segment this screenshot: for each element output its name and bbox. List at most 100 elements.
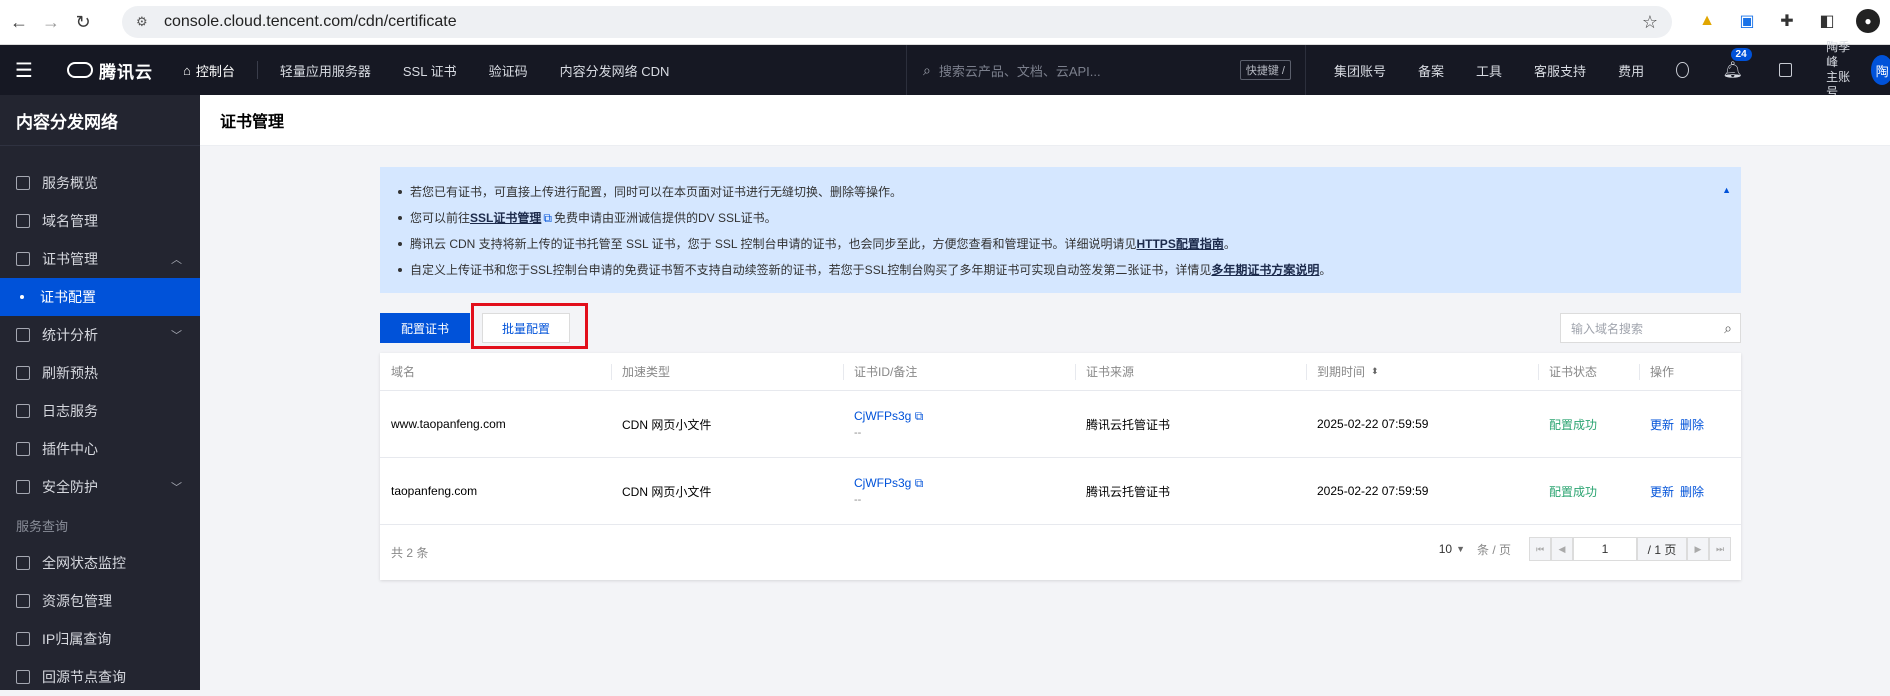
page-size-select[interactable]: 10 ▼ 条 / 页	[1439, 541, 1511, 558]
nav-group-account[interactable]: 集团账号	[1334, 61, 1386, 80]
site-info-icon[interactable]: ⚙	[136, 14, 152, 30]
extension-icon[interactable]: ▣	[1736, 10, 1758, 32]
nav-item-cdn[interactable]: 内容分发网络 CDN	[560, 61, 670, 80]
ip-icon	[16, 632, 30, 646]
nav-support[interactable]: 客服支持	[1534, 61, 1586, 80]
info-notice: 若您已有证书，可直接上传进行配置，同时可以在本页面对证书进行无缝切换、删除等操作…	[380, 167, 1741, 293]
sidebar-item-overview[interactable]: 服务概览	[0, 164, 200, 202]
sidebar-item-label: 域名管理	[42, 213, 98, 229]
next-page-icon[interactable]: ▶	[1687, 537, 1709, 561]
first-page-icon[interactable]: ⏮	[1529, 537, 1551, 561]
sidepanel-icon[interactable]: ◧	[1816, 10, 1838, 32]
avatar[interactable]: 陶	[1871, 55, 1890, 85]
cell-source: 腾讯云托管证书	[1086, 484, 1171, 499]
last-page-icon[interactable]: ⏭	[1709, 537, 1731, 561]
back-icon[interactable]: ←	[6, 9, 32, 35]
sidebar-item-plugins[interactable]: 插件中心	[0, 430, 200, 468]
nav-item-lighthouse[interactable]: 轻量应用服务器	[280, 61, 371, 80]
assistant-icon[interactable]	[1676, 62, 1689, 78]
console-label: 控制台	[195, 63, 235, 79]
forward-icon[interactable]: →	[38, 9, 64, 35]
menu-icon[interactable]: ☰	[15, 58, 39, 83]
sidebar-item-analytics[interactable]: 统计分析 ﹀	[0, 316, 200, 354]
sidebar-item-certificates[interactable]: 证书管理 ︿	[0, 240, 200, 278]
monitor-icon	[16, 556, 30, 570]
external-link-icon[interactable]: ⧉	[543, 205, 552, 231]
multi-year-cert-link[interactable]: 多年期证书方案说明	[1211, 257, 1319, 283]
notice-text: 。	[1319, 263, 1332, 277]
table-row: www.taopanfeng.com CDN 网页小文件 CjWFPs3g ⧉ …	[380, 391, 1741, 458]
sidebar-item-label: 刷新预热	[42, 365, 98, 381]
inbox-icon[interactable]	[1778, 63, 1793, 77]
sidebar-item-label: 统计分析	[42, 327, 98, 343]
extension-icon[interactable]: ▲	[1696, 10, 1718, 32]
account-info[interactable]: 陶季峰 主账号	[1826, 40, 1853, 100]
sidebar-item-domains[interactable]: 域名管理	[0, 202, 200, 240]
chevron-down-icon: ﹀	[171, 482, 182, 494]
profile-icon[interactable]: ●	[1856, 9, 1880, 33]
sidebar-item-logs[interactable]: 日志服务	[0, 392, 200, 430]
cell-expiry: 2025-02-22 07:59:59	[1317, 484, 1429, 498]
header-source: 证书来源	[1075, 353, 1306, 390]
header-expiry[interactable]: 到期时间 ⬍	[1306, 353, 1538, 390]
notice-text: 免费申请由亚洲诚信提供的DV SSL证书。	[553, 211, 777, 225]
sidebar-item-label: IP归属查询	[42, 631, 112, 647]
nav-tools[interactable]: 工具	[1476, 61, 1502, 80]
update-button[interactable]: 更新	[1650, 483, 1674, 500]
highlight-annotation	[471, 303, 588, 349]
notification-badge: 24	[1730, 48, 1752, 61]
nav-item-captcha[interactable]: 验证码	[489, 61, 528, 80]
bell-icon[interactable]: 🔔︎ 24	[1723, 48, 1752, 80]
sort-icon[interactable]: ⬍	[1371, 366, 1379, 377]
url-text[interactable]: console.cloud.tencent.com/cdn/certificat…	[164, 13, 457, 31]
bullet-icon	[398, 216, 402, 220]
sidebar-item-label: 插件中心	[42, 441, 98, 457]
nav-filing[interactable]: 备案	[1418, 61, 1444, 80]
delete-button[interactable]: 删除	[1680, 483, 1704, 500]
reload-icon[interactable]: ↻	[70, 9, 96, 35]
collapse-icon[interactable]: ▲	[1722, 185, 1731, 195]
prev-page-icon[interactable]: ◀	[1551, 537, 1573, 561]
sidebar-item-security[interactable]: 安全防护 ﹀	[0, 468, 200, 506]
puzzle-icon[interactable]: ✚	[1776, 10, 1798, 32]
caret-down-icon: ▼	[1456, 544, 1465, 554]
notice-line: 您可以前往 SSL证书管理 ⧉ 免费申请由亚洲诚信提供的DV SSL证书。	[398, 205, 1721, 231]
console-link[interactable]: ⌂ 控制台	[183, 61, 235, 80]
ssl-cert-manage-link[interactable]: SSL证书管理	[470, 205, 541, 231]
external-link-icon[interactable]: ⧉	[915, 476, 924, 490]
sidebar-item-purge[interactable]: 刷新预热	[0, 354, 200, 392]
cell-cert: CjWFPs3g ⧉ --	[843, 458, 1075, 524]
https-guide-link[interactable]: HTTPS配置指南	[1136, 231, 1223, 257]
external-link-icon[interactable]: ⧉	[915, 409, 924, 423]
sidebar-item-monitor[interactable]: 全网状态监控	[0, 544, 200, 582]
page-number-input[interactable]: 1	[1573, 537, 1637, 561]
sidebar-item-ip-lookup[interactable]: IP归属查询	[0, 620, 200, 658]
search-placeholder: 输入域名搜索	[1571, 321, 1644, 336]
sidebar-item-origin-nodes[interactable]: 回源节点查询	[0, 658, 200, 696]
cell-actions: 更新 删除	[1639, 391, 1741, 457]
cert-note: --	[854, 427, 862, 439]
log-icon	[16, 404, 30, 418]
configure-cert-button[interactable]: 配置证书	[380, 313, 470, 343]
sidebar-item-packages[interactable]: 资源包管理	[0, 582, 200, 620]
sidebar: 内容分发网络 服务概览 域名管理 证书管理 ︿ 证书配置 统计分析 ﹀ 刷新预热 日…	[0, 95, 200, 690]
sidebar-title: 内容分发网络	[0, 95, 200, 146]
cert-id-link[interactable]: CjWFPs3g	[854, 476, 911, 490]
nav-item-ssl[interactable]: SSL 证书	[403, 61, 457, 80]
address-bar[interactable]: ⚙ console.cloud.tencent.com/cdn/certific…	[122, 6, 1672, 38]
search-icon[interactable]: ⌕	[1724, 320, 1732, 337]
page-title: 证书管理	[200, 95, 1890, 146]
delete-button[interactable]: 删除	[1680, 416, 1704, 433]
chevron-up-icon: ︿	[171, 254, 182, 266]
domain-search-input[interactable]: 输入域名搜索 ⌕	[1560, 313, 1741, 343]
cert-id-link[interactable]: CjWFPs3g	[854, 409, 911, 423]
cell-actions: 更新 删除	[1639, 458, 1741, 524]
cloud-logo-icon	[67, 62, 93, 78]
sidebar-item-cert-config[interactable]: 证书配置	[0, 278, 200, 316]
global-search[interactable]: ⌕ 搜索云产品、文档、云API... 快捷键 /	[906, 45, 1306, 95]
nav-divider	[256, 61, 258, 79]
brand-logo[interactable]: 腾讯云	[67, 58, 153, 83]
update-button[interactable]: 更新	[1650, 416, 1674, 433]
nav-billing[interactable]: 费用	[1618, 61, 1644, 80]
bookmark-star-icon[interactable]: ☆	[1642, 12, 1658, 33]
